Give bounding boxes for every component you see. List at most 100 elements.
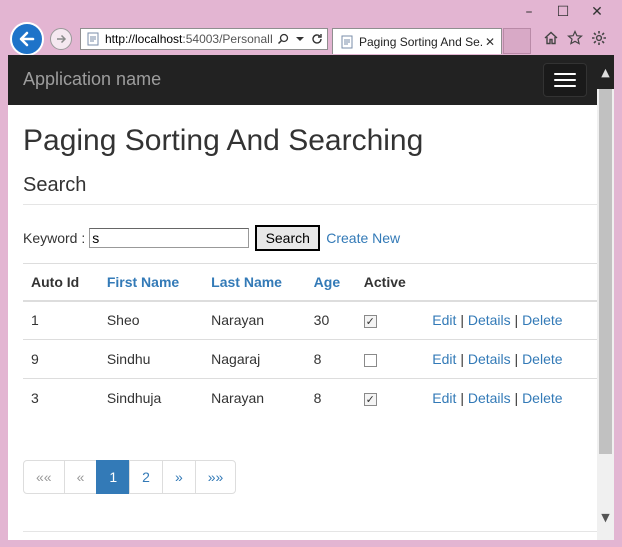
cell-last-name: Narayan [203, 378, 306, 418]
page-1-button[interactable]: 1 [96, 459, 131, 494]
data-table: Auto Id First Name Last Name Age Active … [23, 263, 597, 418]
url-host: http://localhost [105, 32, 183, 46]
url-text[interactable]: http://localhost:54003/PersonalI [105, 32, 276, 46]
brand-link[interactable]: Application name [23, 69, 161, 90]
page-viewport: Application name Paging Sorting And Sear… [8, 55, 614, 540]
address-bar[interactable]: http://localhost:54003/PersonalI [80, 28, 328, 50]
header-auto-id: Auto Id [23, 263, 99, 302]
search-form: Keyword : Search Create New [23, 225, 597, 251]
footer-divider [23, 531, 597, 532]
first-page-button[interactable]: «« [23, 459, 65, 494]
checkbox-checked: ✓ [363, 393, 377, 407]
details-link[interactable]: Details [468, 351, 511, 367]
cell-active: ✓ [355, 378, 425, 418]
table-header-row: Auto Id First Name Last Name Age Active [23, 263, 597, 302]
page-icon [87, 32, 99, 46]
table-row: 3 Sindhuja Narayan 8 ✓ Edit | Details | Delet… [23, 378, 597, 418]
cell-auto-id: 9 [23, 339, 99, 379]
create-new-link[interactable]: Create New [326, 230, 400, 246]
cell-active: ✓ [355, 300, 425, 340]
details-link[interactable]: Details [468, 390, 511, 406]
edit-link[interactable]: Edit [432, 351, 456, 367]
cell-auto-id: 1 [23, 300, 99, 340]
scroll-down-button[interactable]: ▼ [597, 509, 614, 526]
window-controls: – ☐ ✕ [512, 2, 614, 22]
header-first-name-sort[interactable]: First Name [98, 263, 204, 302]
header-age-sort[interactable]: Age [305, 263, 356, 302]
keyword-label: Keyword : [23, 230, 86, 246]
delete-link[interactable]: Delete [522, 312, 562, 328]
forward-button[interactable] [50, 28, 72, 50]
table-row: 9 Sindhu Nagaraj 8 Edit | Details | Delete [23, 339, 597, 379]
checkbox-checked: ✓ [363, 315, 377, 329]
gear-icon[interactable] [590, 28, 608, 48]
cell-last-name: Nagaraj [203, 339, 306, 379]
browser-tab[interactable]: Paging Sorting And Se... ✕ [332, 28, 502, 54]
scroll-up-button[interactable]: ▲ [597, 55, 614, 89]
vertical-scrollbar[interactable]: ▲ ▼ [597, 55, 614, 540]
table-row: 1 Sheo Narayan 30 ✓ Edit | Details | Delete [23, 300, 597, 340]
cell-actions: Edit | Details | Delete [424, 378, 597, 418]
edit-link[interactable]: Edit [432, 312, 456, 328]
tab-close-button[interactable]: ✕ [483, 35, 497, 49]
browser-window: – ☐ ✕ http://localhost:54003/PersonalI P… [0, 0, 622, 547]
header-last-name-sort[interactable]: Last Name [203, 263, 306, 302]
page-icon [341, 35, 353, 48]
url-path: :54003/PersonalI [182, 32, 274, 46]
cell-age: 8 [305, 339, 356, 379]
last-page-button[interactable]: »» [194, 459, 237, 494]
hamburger-icon [554, 85, 576, 87]
cell-active [355, 339, 425, 379]
hamburger-icon [554, 79, 576, 81]
pagination: «« « 1 2 » »» [23, 459, 597, 494]
tab-title: Paging Sorting And Se... [359, 34, 483, 49]
header-actions [424, 263, 597, 302]
cell-last-name: Narayan [203, 300, 306, 340]
back-arrow-icon [19, 31, 35, 47]
page-title: Paging Sorting And Searching [23, 124, 424, 157]
scroll-thumb[interactable] [599, 89, 612, 454]
cell-age: 30 [305, 300, 356, 340]
action-separator: | [460, 351, 464, 367]
prev-page-button[interactable]: « [63, 459, 98, 494]
cell-actions: Edit | Details | Delete [424, 339, 597, 379]
hamburger-icon [554, 73, 576, 75]
edit-link[interactable]: Edit [432, 390, 456, 406]
minimize-button[interactable]: – [512, 2, 546, 22]
cell-first-name: Sheo [98, 300, 204, 340]
dropdown-icon[interactable] [293, 32, 307, 46]
next-page-button[interactable]: » [161, 459, 196, 494]
close-window-button[interactable]: ✕ [580, 2, 614, 22]
cell-first-name: Sindhuja [98, 378, 204, 418]
cell-first-name: Sindhu [98, 339, 204, 379]
keyword-input[interactable] [89, 228, 250, 248]
navbar: Application name [8, 55, 597, 105]
main-content: Paging Sorting And Searching Search Keyw… [23, 105, 597, 494]
action-separator: | [514, 312, 519, 329]
section-title: Search [23, 171, 597, 205]
refresh-icon[interactable] [310, 32, 324, 46]
cell-actions: Edit | Details | Delete [424, 300, 597, 340]
action-separator: | [514, 351, 519, 367]
new-tab-button[interactable] [503, 28, 531, 54]
back-button[interactable] [10, 22, 44, 56]
cell-auto-id: 3 [23, 378, 99, 418]
action-separator: | [460, 312, 464, 329]
browser-toolbar-icons [542, 28, 608, 48]
action-separator: | [514, 390, 519, 407]
home-icon[interactable] [542, 28, 560, 48]
page-2-button[interactable]: 2 [129, 459, 163, 494]
details-link[interactable]: Details [468, 312, 511, 328]
maximize-button[interactable]: ☐ [546, 2, 580, 22]
checkbox-unchecked [363, 353, 377, 367]
search-button[interactable]: Search [255, 225, 321, 251]
search-icon[interactable] [276, 32, 290, 46]
navbar-toggle-button[interactable] [543, 63, 587, 97]
forward-arrow-icon [57, 34, 67, 44]
delete-link[interactable]: Delete [522, 390, 562, 406]
star-icon[interactable] [566, 28, 584, 48]
action-separator: | [460, 390, 464, 407]
delete-link[interactable]: Delete [522, 351, 562, 367]
header-active: Active [355, 263, 425, 302]
cell-age: 8 [305, 378, 356, 418]
